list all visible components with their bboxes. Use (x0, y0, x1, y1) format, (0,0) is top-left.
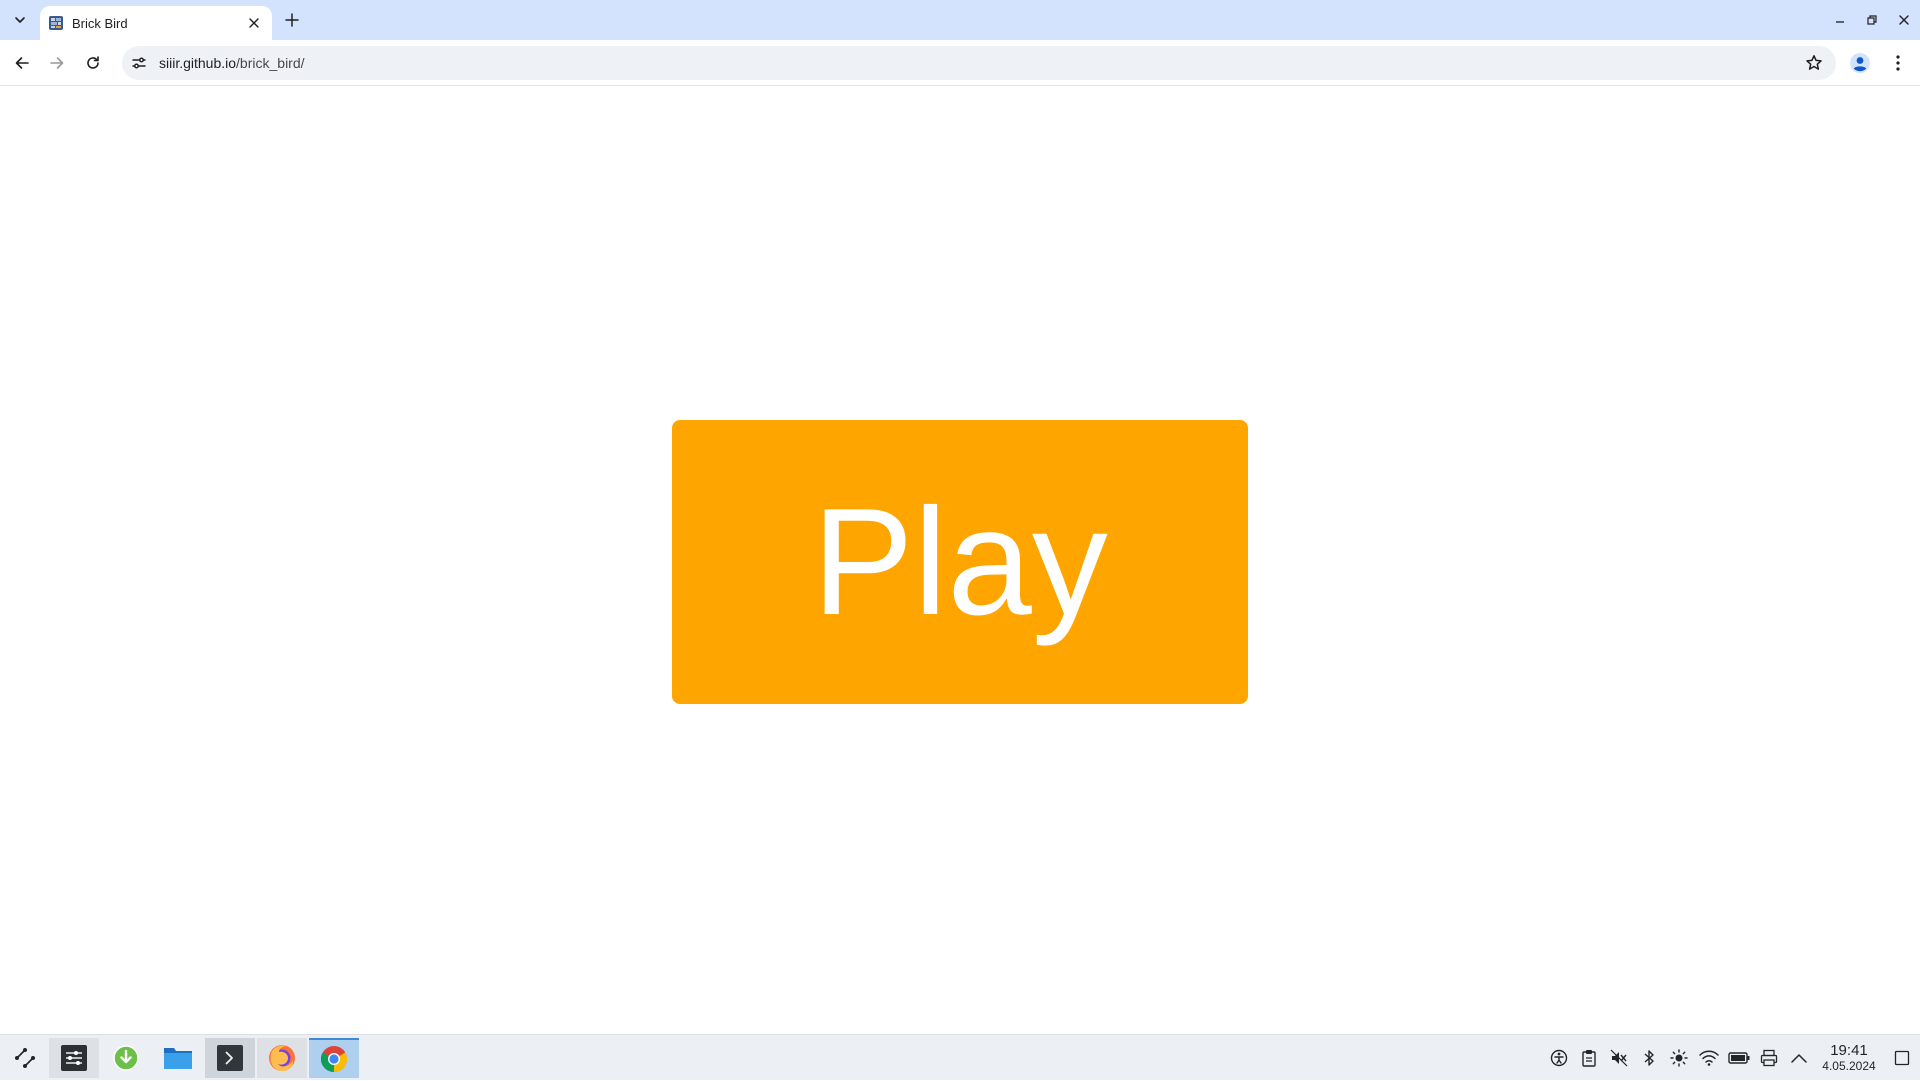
url-host: siiir.github.io (159, 55, 237, 71)
back-button[interactable] (6, 47, 38, 79)
reload-button[interactable] (77, 47, 109, 79)
digital-clock[interactable]: 19:41 4.05.2024 (1814, 1043, 1884, 1073)
taskbar-system-settings[interactable] (49, 1038, 99, 1078)
restore-icon (1866, 14, 1878, 26)
arrow-left-icon (14, 55, 30, 71)
wifi-icon (1699, 1050, 1719, 1066)
kebab-menu-icon (1896, 55, 1900, 71)
taskbar: 19:41 4.05.2024 (0, 1034, 1920, 1080)
site-info-button[interactable] (125, 49, 153, 77)
person-icon (1849, 52, 1871, 74)
restore-button[interactable] (1856, 0, 1888, 40)
tray-bluetooth[interactable] (1634, 1035, 1664, 1081)
printer-icon (1760, 1049, 1778, 1067)
profile-button[interactable] (1846, 49, 1874, 77)
tune-icon (131, 55, 147, 71)
forward-button[interactable] (41, 47, 73, 79)
tray-clipboard[interactable] (1574, 1035, 1604, 1081)
tab-close-button[interactable] (244, 13, 264, 33)
file-manager-icon (163, 1045, 193, 1071)
star-icon (1805, 54, 1823, 72)
new-tab-button[interactable] (280, 8, 304, 32)
show-desktop-icon (1894, 1050, 1910, 1066)
download-manager-icon (112, 1044, 140, 1072)
firefox-icon (267, 1043, 297, 1073)
app-launcher-icon (12, 1045, 38, 1071)
tray-printer[interactable] (1754, 1035, 1784, 1081)
minimize-button[interactable] (1824, 0, 1856, 40)
close-icon (1898, 14, 1910, 26)
tab-brick-bird[interactable]: Brick Bird (40, 6, 272, 40)
page-viewport: Play (0, 87, 1920, 1034)
play-button[interactable]: Play (672, 420, 1248, 704)
tray-volume[interactable] (1604, 1035, 1634, 1081)
chevron-up-icon (1791, 1053, 1807, 1063)
accessibility-icon (1550, 1049, 1568, 1067)
window-controls (1824, 0, 1920, 40)
brightness-icon (1670, 1049, 1688, 1067)
brick-bird-favicon (48, 15, 64, 31)
bookmark-button[interactable] (1802, 51, 1826, 75)
tab-search-button[interactable] (8, 8, 32, 32)
taskbar-terminal[interactable] (205, 1038, 255, 1078)
taskbar-file-manager[interactable] (153, 1038, 203, 1078)
bluetooth-icon (1643, 1049, 1655, 1067)
taskbar-download-manager[interactable] (101, 1038, 151, 1078)
show-desktop-button[interactable] (1884, 1035, 1920, 1081)
taskbar-firefox[interactable] (257, 1038, 307, 1078)
tray-network[interactable] (1694, 1035, 1724, 1081)
clock-time: 19:41 (1830, 1042, 1868, 1060)
tray-expand-button[interactable] (1784, 1035, 1814, 1081)
tray-brightness[interactable] (1664, 1035, 1694, 1081)
browser-toolbar: siiir.github.io/brick_bird/ (0, 40, 1920, 86)
minimize-icon (1834, 14, 1846, 26)
reload-icon (85, 55, 101, 71)
address-bar[interactable]: siiir.github.io/brick_bird/ (122, 46, 1836, 80)
app-launcher-button[interactable] (0, 1038, 50, 1078)
url-text[interactable]: siiir.github.io/brick_bird/ (159, 55, 305, 71)
tray-accessibility[interactable] (1544, 1035, 1574, 1081)
battery-icon (1728, 1051, 1750, 1065)
tab-strip: Brick Bird (0, 0, 1920, 40)
system-settings-icon (60, 1044, 88, 1072)
url-path: /brick_bird/ (236, 55, 305, 71)
terminal-icon (216, 1044, 244, 1072)
close-window-button[interactable] (1888, 0, 1920, 40)
clock-date: 4.05.2024 (1822, 1058, 1876, 1073)
arrow-right-icon (49, 55, 65, 71)
chevron-down-icon (14, 14, 26, 26)
system-tray: 19:41 4.05.2024 (1544, 1035, 1920, 1081)
plus-icon (285, 13, 299, 27)
volume-muted-icon (1610, 1049, 1628, 1067)
clipboard-icon (1581, 1049, 1597, 1067)
close-icon (249, 18, 259, 28)
tab-title: Brick Bird (72, 15, 128, 31)
tray-battery[interactable] (1724, 1035, 1754, 1081)
taskbar-chrome[interactable] (309, 1038, 359, 1078)
browser-menu-button[interactable] (1884, 49, 1912, 77)
chrome-icon (320, 1045, 348, 1073)
